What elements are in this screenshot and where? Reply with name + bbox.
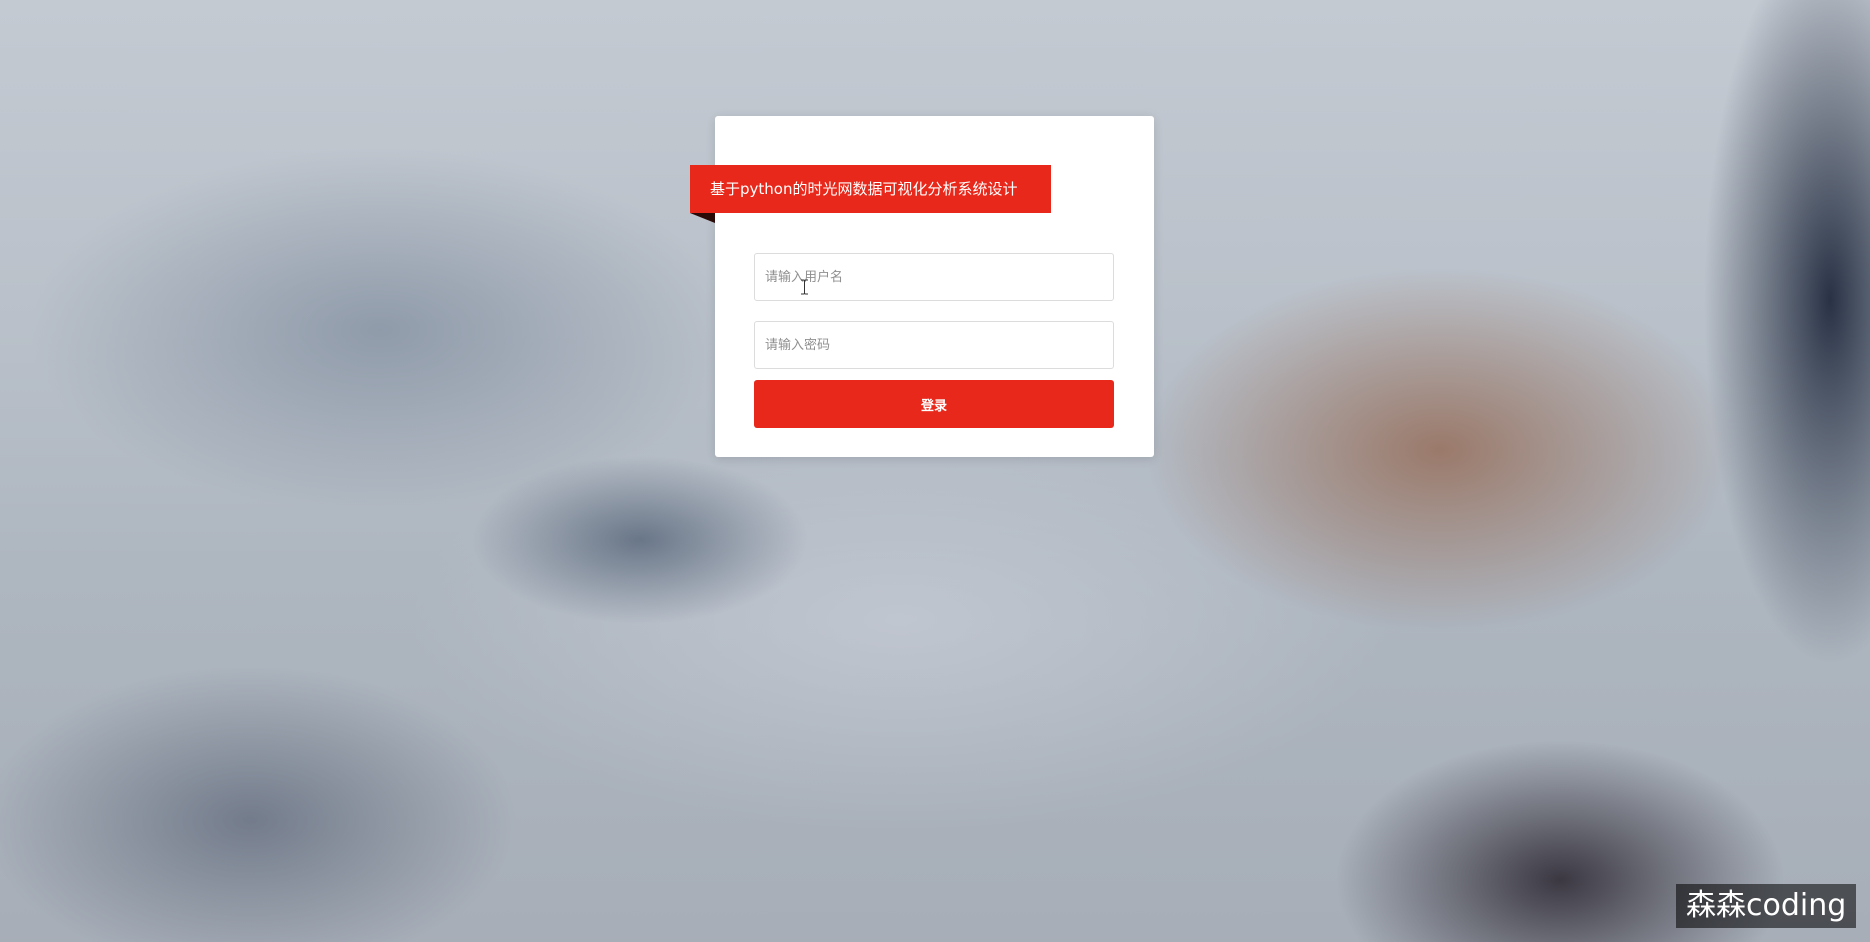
page-title: 基于python的时光网数据可视化分析系统设计 xyxy=(690,165,1051,213)
login-page: 基于python的时光网数据可视化分析系统设计 登录 森森coding xyxy=(0,0,1870,942)
login-button[interactable]: 登录 xyxy=(754,380,1114,428)
watermark: 森森coding xyxy=(1676,884,1857,928)
text-cursor-icon xyxy=(801,279,808,295)
password-input[interactable] xyxy=(754,321,1114,369)
ribbon-fold xyxy=(690,213,715,223)
